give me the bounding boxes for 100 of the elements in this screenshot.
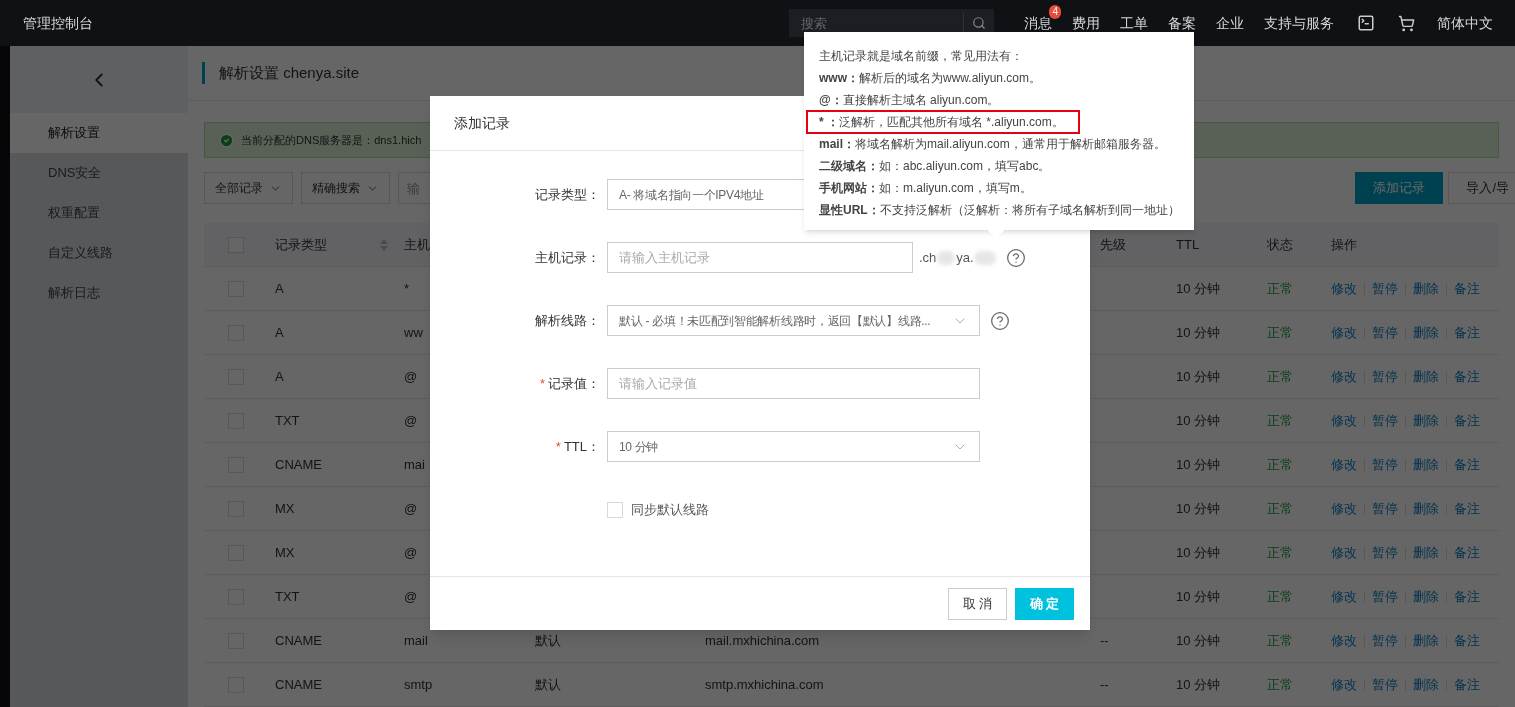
action-link[interactable]: 暂停 [1372,278,1398,299]
table-cell: 默认 [535,676,561,692]
action-link[interactable]: 暂停 [1372,410,1398,431]
table-cell: @ [404,412,418,428]
action-link[interactable]: 暂停 [1372,542,1398,563]
cart-icon[interactable] [1398,14,1415,32]
nav-link[interactable]: 费用 [1072,14,1100,31]
action-link[interactable]: 备注 [1454,630,1480,651]
action-link[interactable]: 修改 [1331,498,1357,519]
page-title: 解析设置 chenya.site [219,62,360,83]
sort-icon[interactable] [380,237,388,252]
check-circle-icon [219,132,234,148]
checkbox[interactable] [607,501,623,518]
nav-link[interactable]: 备案 [1168,14,1196,31]
domain-suffix: .ch [919,248,937,267]
action-link[interactable]: 暂停 [1372,366,1398,387]
action-link[interactable]: 暂停 [1372,498,1398,519]
nav-link[interactable]: 企业 [1216,14,1244,31]
tooltip-line: www：解析后的域名为www.aliyun.com。 [819,70,1042,87]
nav-link[interactable]: 工单 [1120,14,1148,31]
import-export-button[interactable]: 导入/导 [1448,172,1515,204]
field-label: 解析线路： [535,312,600,328]
checkbox-label: 同步默认线路 [631,500,709,519]
dialog-title: 添加记录 [454,113,510,133]
sidebar-item[interactable]: 解析设置 [10,113,188,153]
table-cell: A [275,324,284,340]
table-cell: CNAME [275,632,322,648]
action-link[interactable]: 删除 [1413,278,1439,299]
action-link[interactable]: 修改 [1331,410,1357,431]
action-link[interactable]: 暂停 [1372,674,1398,695]
console-title[interactable]: 管理控制台 [23,12,93,34]
table-cell: MX [275,500,295,516]
action-link[interactable]: 备注 [1454,278,1480,299]
field-label: 记录值： [548,375,600,391]
cancel-button[interactable]: 取 消 [948,587,1007,620]
action-link[interactable]: 暂停 [1372,454,1398,475]
table-cell: 10 分钟 [1176,280,1221,296]
nav-link[interactable]: 消息 [1024,14,1052,31]
status-text: 正常 [1267,280,1293,296]
table-cell: mail [404,632,428,648]
action-link[interactable]: 暂停 [1372,322,1398,343]
action-link[interactable]: 删除 [1413,366,1439,387]
filter-dropdown[interactable]: 精确搜索 [301,172,390,204]
action-link[interactable]: 删除 [1413,498,1439,519]
tooltip-line: 主机记录就是域名前缀，常见用法有： [819,48,1023,65]
action-link[interactable]: 修改 [1331,454,1357,475]
confirm-button[interactable]: 确 定 [1015,587,1074,620]
table-cell: mail.mxhichina.com [705,632,820,648]
action-link[interactable]: 删除 [1413,630,1439,651]
filter-dropdown[interactable]: 全部记录 [204,172,293,204]
terminal-icon[interactable] [1357,14,1375,32]
column-header: 操作 [1331,236,1357,252]
tooltip-line: @：直接解析主域名 aliyun.com。 [819,92,1000,109]
action-link[interactable]: 暂停 [1372,630,1398,651]
table-cell: smtp [404,676,433,692]
action-link[interactable]: 修改 [1331,366,1357,387]
action-link[interactable]: 删除 [1413,454,1439,475]
table-cell: @ [404,544,418,560]
table-cell: mai [404,456,425,472]
action-link[interactable]: 修改 [1331,674,1357,695]
action-link[interactable]: 修改 [1331,630,1357,651]
table-cell: 10 分钟 [1176,412,1221,428]
notification-badge: 4 [1049,4,1061,19]
action-link[interactable]: 备注 [1454,498,1480,519]
action-link[interactable]: 删除 [1413,410,1439,431]
help-icon[interactable] [1005,247,1026,268]
action-link[interactable]: 删除 [1413,322,1439,343]
select-field[interactable]: 默认 - 必填！未匹配到智能解析线路时，返回【默认】线路... [607,305,980,336]
action-link[interactable]: 备注 [1454,586,1480,607]
table-cell: 10 分钟 [1176,456,1221,472]
action-link[interactable]: 备注 [1454,674,1480,695]
table-cell: 默认 [535,632,561,648]
help-icon[interactable] [990,310,1010,331]
action-link[interactable]: 备注 [1454,322,1480,343]
add-record-button[interactable]: 添加记录 [1355,172,1444,204]
action-link[interactable]: 删除 [1413,542,1439,563]
action-link[interactable]: 修改 [1331,586,1357,607]
status-text: 正常 [1267,412,1293,428]
action-link[interactable]: 备注 [1454,410,1480,431]
redaction-blob [973,250,996,265]
action-link[interactable]: 修改 [1331,278,1357,299]
input-field[interactable]: 请输入主机记录 [607,242,913,273]
search-icon[interactable] [972,16,986,30]
select-field[interactable]: 10 分钟 [607,431,980,462]
table-cell: 10 分钟 [1176,500,1221,516]
domain-suffix: ya. [956,248,974,267]
table-cell: CNAME [275,456,322,472]
language-menu[interactable]: 简体中文 [1437,12,1493,34]
action-link[interactable]: 删除 [1413,586,1439,607]
action-link[interactable]: 备注 [1454,366,1480,387]
nav-link[interactable]: 支持与服务 [1264,14,1334,31]
input-field[interactable]: 请输入记录值 [607,368,980,399]
action-link[interactable]: 暂停 [1372,586,1398,607]
status-text: 正常 [1267,544,1293,560]
action-link[interactable]: 删除 [1413,674,1439,695]
action-link[interactable]: 备注 [1454,454,1480,475]
table-cell: @ [404,500,418,516]
action-link[interactable]: 修改 [1331,542,1357,563]
action-link[interactable]: 备注 [1454,542,1480,563]
action-link[interactable]: 修改 [1331,322,1357,343]
